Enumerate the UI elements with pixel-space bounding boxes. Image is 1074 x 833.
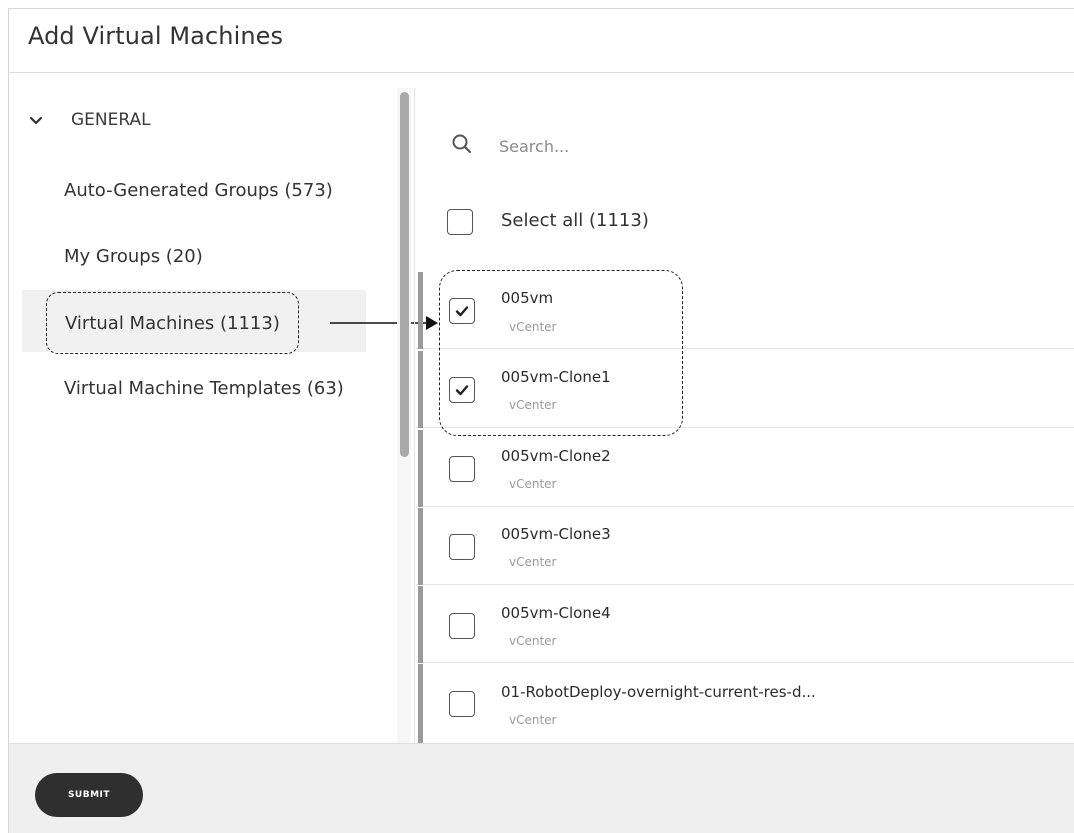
list-item[interactable] [416,430,1074,507]
row-accent-bar [418,351,423,428]
checkmark-icon [455,385,469,396]
row-accent-bar [418,430,423,507]
list-item[interactable] [416,272,1074,349]
row-source: vCenter [509,634,557,648]
row-accent-bar [418,586,423,663]
row-checkbox[interactable] [449,456,475,482]
nav-item-virtual-machine-templates[interactable]: Virtual Machine Templates (63) [64,378,344,399]
search-input[interactable] [497,128,1061,164]
list-item[interactable] [416,586,1074,663]
search-icon [452,134,472,154]
row-checkbox[interactable] [449,691,475,717]
row-source: vCenter [509,477,557,491]
row-accent-bar [418,664,423,743]
select-all-label: Select all (1113) [501,210,649,231]
row-source: vCenter [509,398,557,412]
list-item[interactable] [416,508,1074,585]
row-accent-bar [418,508,423,585]
row-checkbox[interactable] [449,613,475,639]
row-accent-bar [418,272,423,349]
row-checkbox[interactable] [449,377,475,403]
row-source: vCenter [509,713,557,727]
row-name: 005vm-Clone1 [501,368,611,386]
nav-item-virtual-machines[interactable]: Virtual Machines (1113) [46,292,299,354]
row-name: 005vm [501,289,554,307]
chevron-down-icon [29,116,43,125]
row-checkbox[interactable] [449,534,475,560]
nav-item-my-groups[interactable]: My Groups (20) [64,246,203,267]
submit-button[interactable]: SUBMIT [35,773,143,817]
select-all-checkbox[interactable] [447,209,473,235]
row-checkbox[interactable] [449,298,475,324]
list-item[interactable] [416,664,1074,741]
panel-divider [414,88,415,743]
row-source: vCenter [509,320,557,334]
nav-item-auto-generated-groups[interactable]: Auto-Generated Groups (573) [64,180,333,201]
row-name: 01-RobotDeploy-overnight-current-res-d..… [501,683,816,701]
dialog-title: Add Virtual Machines [28,22,284,50]
dialog-footer [9,743,1074,833]
checkmark-icon [455,306,469,317]
nav-section-label: GENERAL [71,110,151,130]
row-name: 005vm-Clone4 [501,604,611,622]
row-name: 005vm-Clone2 [501,447,611,465]
nav-scrollbar-thumb[interactable] [400,92,409,457]
row-source: vCenter [509,555,557,569]
list-item[interactable] [416,351,1074,428]
row-name: 005vm-Clone3 [501,525,611,543]
nav-section-general[interactable]: GENERAL [28,110,151,130]
title-divider [9,72,1074,73]
